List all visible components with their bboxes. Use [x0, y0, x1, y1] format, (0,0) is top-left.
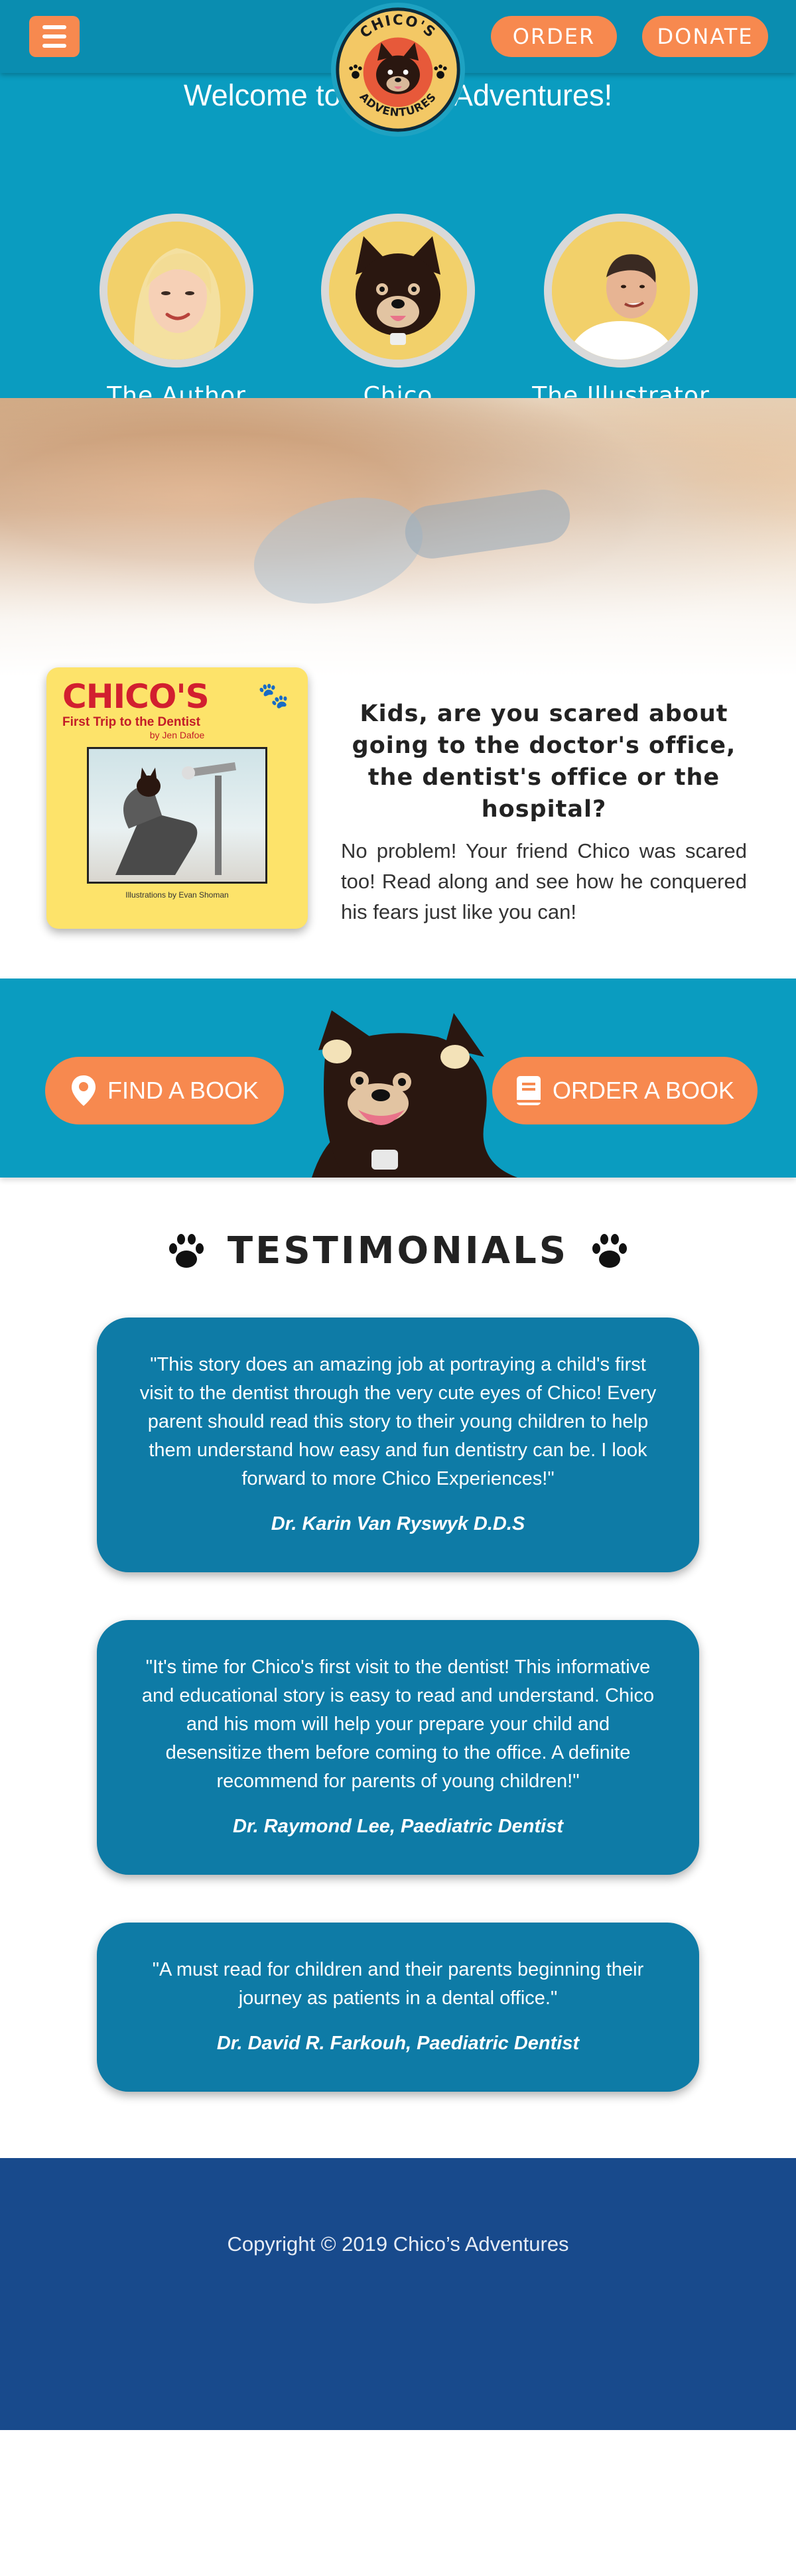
hamburger-icon-bar	[42, 44, 66, 48]
dentist-chair-icon	[115, 762, 236, 875]
testimonial-author: Dr. Karin Van Ryswyk D.D.S	[271, 1513, 525, 1534]
chico-avatar-frame	[321, 214, 475, 368]
testimonial-author: Dr. Raymond Lee, Paediatric Dentist	[233, 1816, 563, 1837]
book-cover-image[interactable]: 🐾 CHICO'S First Trip to the Dentist by J…	[46, 667, 308, 929]
paw-print-icon	[168, 1233, 204, 1268]
dentist-mask-shape	[242, 480, 434, 622]
people-row: The Author Chico The Illustrator	[0, 214, 796, 413]
author-profile-link[interactable]: The Author	[70, 214, 283, 409]
testimonial-quote: "This story does an amazing job at portr…	[139, 1354, 657, 1489]
dentist-photo-banner	[0, 398, 796, 677]
author-avatar-frame	[100, 214, 253, 368]
testimonials-section: TESTIMONIALS "This story does an amazing…	[0, 1178, 796, 2158]
find-a-book-button[interactable]: FIND A BOOK	[45, 1057, 284, 1124]
testimonial-author: Dr. David R. Farkouh, Paediatric Dentist	[216, 2033, 580, 2054]
hamburger-icon-bar	[42, 25, 66, 29]
author-portrait-icon	[107, 222, 245, 360]
book-cover-illustrator: Illustrations by Evan Shoman	[125, 890, 229, 900]
paw-prints-icon: 🐾	[257, 681, 289, 710]
illustrator-avatar	[552, 222, 690, 360]
testimonials-heading: TESTIMONIALS	[0, 1229, 796, 1272]
featured-book-section: 🐾 CHICO'S First Trip to the Dentist by J…	[0, 667, 796, 979]
author-avatar	[107, 222, 245, 360]
find-a-book-label: FIND A BOOK	[107, 1077, 259, 1104]
dentist-glove-shape	[401, 486, 574, 563]
copyright-text: Copyright © 2019 Chico’s Adventures	[227, 2232, 569, 2256]
donate-button[interactable]: DONATE	[642, 16, 768, 57]
site-footer: Copyright © 2019 Chico’s Adventures	[0, 2158, 796, 2430]
testimonial-quote: "A must read for children and their pare…	[152, 1959, 644, 2009]
book-cover-illustration	[87, 747, 267, 884]
map-pin-icon	[71, 1075, 96, 1106]
testimonial-card: "It's time for Chico's first visit to th…	[97, 1620, 699, 1875]
book-icon	[516, 1076, 541, 1105]
book-cover-author: by Jen Dafoe	[149, 730, 205, 740]
find-order-book-band: FIND A BOOK ORDER A BOOK	[0, 979, 796, 1178]
testimonial-card: "This story does an amazing job at portr…	[97, 1318, 699, 1572]
chico-avatar	[329, 222, 467, 360]
book-body-text: No problem! Your friend Chico was scared…	[341, 839, 747, 923]
book-headline: Kids, are you scared about going to the …	[352, 701, 736, 823]
chicos-adventures-logo[interactable]: CHICO'S ADVENTURES	[331, 3, 465, 137]
paw-print-icon	[592, 1233, 628, 1268]
book-cover-subtitle: First Trip to the Dentist	[62, 715, 200, 729]
hamburger-menu-button[interactable]	[29, 16, 80, 57]
chico-dog-icon	[329, 222, 467, 360]
hamburger-icon-bar	[42, 34, 66, 38]
order-a-book-label: ORDER A BOOK	[552, 1077, 735, 1104]
illustrator-portrait-icon	[552, 222, 690, 360]
logo-badge-icon: CHICO'S ADVENTURES	[336, 7, 460, 132]
chico-profile-link[interactable]: Chico	[292, 214, 504, 409]
testimonial-card: "A must read for children and their pare…	[97, 1923, 699, 2092]
book-description: Kids, are you scared about going to the …	[341, 698, 747, 927]
illustrator-avatar-frame	[544, 214, 698, 368]
illustrator-profile-link[interactable]: The Illustrator	[515, 214, 727, 409]
order-a-book-button[interactable]: ORDER A BOOK	[492, 1057, 758, 1124]
testimonials-title: TESTIMONIALS	[227, 1229, 569, 1272]
testimonial-quote: "It's time for Chico's first visit to th…	[141, 1657, 655, 1792]
top-navigation-bar: CHICO'S ADVENTURES ORDER DONATE	[0, 0, 796, 137]
order-button[interactable]: ORDER	[491, 16, 617, 57]
